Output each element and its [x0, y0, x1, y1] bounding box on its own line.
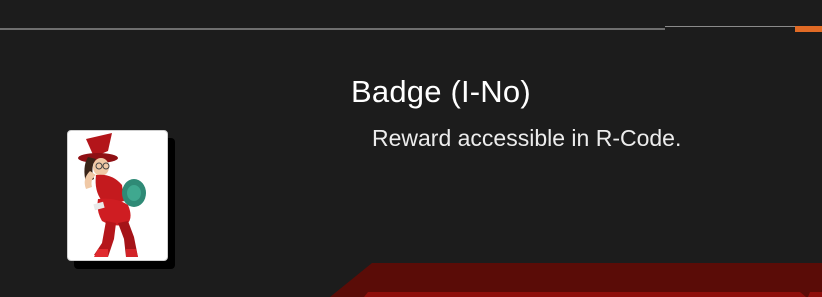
item-description: Reward accessible in R-Code. [372, 125, 682, 151]
badge-card [67, 130, 168, 261]
header-accent-marker [795, 26, 822, 32]
header-divider-line-right [665, 26, 795, 27]
item-title: Badge (I-No) [351, 74, 531, 109]
i-no-portrait-icon [78, 133, 146, 257]
header-divider-line [0, 28, 665, 30]
